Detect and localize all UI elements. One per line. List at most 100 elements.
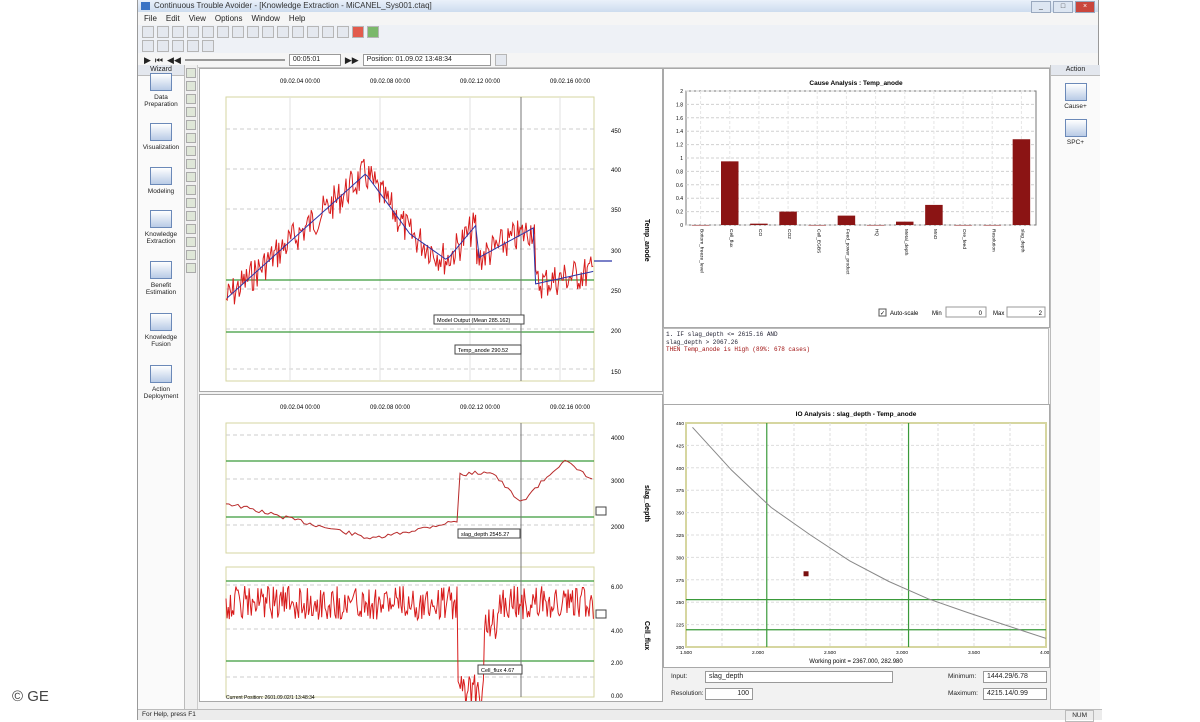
bar[interactable] [896,221,914,225]
tool-icon[interactable] [186,133,196,143]
grid-icon[interactable] [172,40,184,52]
action-cause-plus[interactable]: Cause+ [1051,83,1100,110]
wizard-action-deployment[interactable]: Action Deployment [138,365,184,400]
tool-icon[interactable] [186,146,196,156]
open-icon[interactable] [157,26,169,38]
copy-icon[interactable] [217,26,229,38]
maximize-button[interactable]: □ [1053,1,1073,13]
menu-view[interactable]: View [189,12,206,25]
redo-icon[interactable] [262,26,274,38]
undo-icon[interactable] [247,26,259,38]
bar[interactable] [779,211,797,225]
step-input[interactable]: 00:05:01 [288,54,341,66]
y-tick-label: 325 [676,533,684,539]
main-toolbar [138,25,1098,39]
resolution-input[interactable]: 100 [705,688,753,700]
calendar-icon[interactable] [494,54,507,66]
settings-icon[interactable] [337,26,349,38]
svg-text:✓: ✓ [880,311,885,317]
maximum-input[interactable]: 4215.14/0.99 [983,688,1047,700]
bar[interactable] [983,225,1002,226]
rewind-icon[interactable]: ◀◀ [167,55,181,66]
y-tick-label: 1.6 [676,116,683,122]
tool-icon[interactable] [186,107,196,117]
menu-help[interactable]: Help [289,12,305,25]
bar[interactable] [1012,139,1031,225]
action-spc-plus[interactable]: SPC+ [1051,119,1100,146]
forward-icon[interactable]: ▶▶ [345,55,359,66]
status-bar: For Help, press F1 NUM [138,709,1102,722]
skip-start-icon[interactable]: ⏮ [155,55,163,66]
tool-icon[interactable] [186,263,196,273]
minimum-label: Minimum: [948,673,977,680]
tool-icon[interactable] [186,237,196,247]
tool-icon[interactable] [186,224,196,234]
benefit-estimation-icon [150,261,172,279]
input-select[interactable]: slag_depth [705,671,893,683]
y-tick-label: 350 [611,208,622,214]
bar[interactable] [954,225,972,226]
chart-title: IO Analysis : slag_depth - Temp_anode [796,411,917,418]
export-icon[interactable] [187,40,199,52]
tool-icon[interactable] [186,185,196,195]
wizard-knowledge-fusion[interactable]: Knowledge Fusion [138,313,184,348]
bar[interactable] [808,225,827,226]
minimum-input[interactable]: 1444.29/6.78 [983,671,1047,683]
tool-icon[interactable] [186,68,196,78]
working-point-marker[interactable] [803,571,809,577]
tool-icon[interactable] [186,250,196,260]
play-icon[interactable]: ▶ [144,55,151,66]
slag-cell-chart[interactable]: 09.02.04 00:00 09.02.08 00:00 09.02.12 0… [199,394,663,702]
x-tick-label: 09.02.16 00:00 [550,405,591,411]
wizard-knowledge-extraction[interactable]: Knowledge Extraction [138,210,184,245]
close-button[interactable]: × [1075,1,1095,13]
wizard-data-preparation[interactable]: Data Preparation [138,73,184,108]
tool-icon[interactable] [186,120,196,130]
print-icon[interactable] [187,26,199,38]
save-icon[interactable] [172,26,184,38]
wizard-visualization[interactable]: Visualization [138,123,184,151]
filter-icon[interactable] [322,26,334,38]
time-slider[interactable] [184,59,285,61]
chart-title: Cause Analysis : Temp_anode [809,80,903,87]
stop-icon[interactable] [352,26,364,38]
tool-icon[interactable] [186,198,196,208]
split-icon[interactable] [157,40,169,52]
table-icon[interactable] [307,26,319,38]
tool-icon[interactable] [186,211,196,221]
position-input[interactable]: Position: 01.09.02 13:48:34 [362,54,491,66]
num-indicator: NUM [1065,710,1094,722]
bar[interactable] [866,225,885,226]
bar[interactable] [837,215,856,225]
cut-icon[interactable] [202,26,214,38]
new-icon[interactable] [142,26,154,38]
menu-options[interactable]: Options [215,12,243,25]
cause-analysis-chart[interactable]: Cause Analysis : Temp_anode 2 1.8 1.6 1.4 1.… [663,68,1050,328]
io-controls: Input: slag_depth Resolution: 100 Minimu… [663,668,1048,706]
rule-line: THEN Temp_anode is High (89%: 678 cases) [666,346,811,353]
menu-file[interactable]: File [144,12,157,25]
bar[interactable] [925,204,943,225]
io-analysis-chart[interactable]: IO Analysis : slag_depth - Temp_anode 45… [663,404,1050,668]
layout-icon[interactable] [142,40,154,52]
paste-icon[interactable] [232,26,244,38]
wizard-benefit-estimation[interactable]: Benefit Estimation [138,261,184,296]
minimize-button[interactable]: _ [1031,1,1051,13]
bar[interactable] [750,223,768,225]
bar[interactable] [691,225,710,226]
bar[interactable] [721,161,739,225]
tool-icon[interactable] [186,81,196,91]
tool-icon[interactable] [186,94,196,104]
run-icon[interactable] [367,26,379,38]
tool-icon[interactable] [186,172,196,182]
menu-window[interactable]: Window [251,12,279,25]
zoom-icon[interactable] [277,26,289,38]
tool-icon[interactable] [186,159,196,169]
menu-edit[interactable]: Edit [166,12,180,25]
report-icon[interactable] [202,40,214,52]
wizard-modeling[interactable]: Modeling [138,167,184,195]
chart-icon[interactable] [292,26,304,38]
rules-text[interactable]: 1. IF slag_depth <= 2615.16 AND slag_dep… [663,328,1049,406]
temp-anode-chart[interactable]: 09.02.04 00:00 09.02.08 00:00 09.02.12 0… [199,68,663,392]
y-tick-label: 350 [676,511,684,517]
